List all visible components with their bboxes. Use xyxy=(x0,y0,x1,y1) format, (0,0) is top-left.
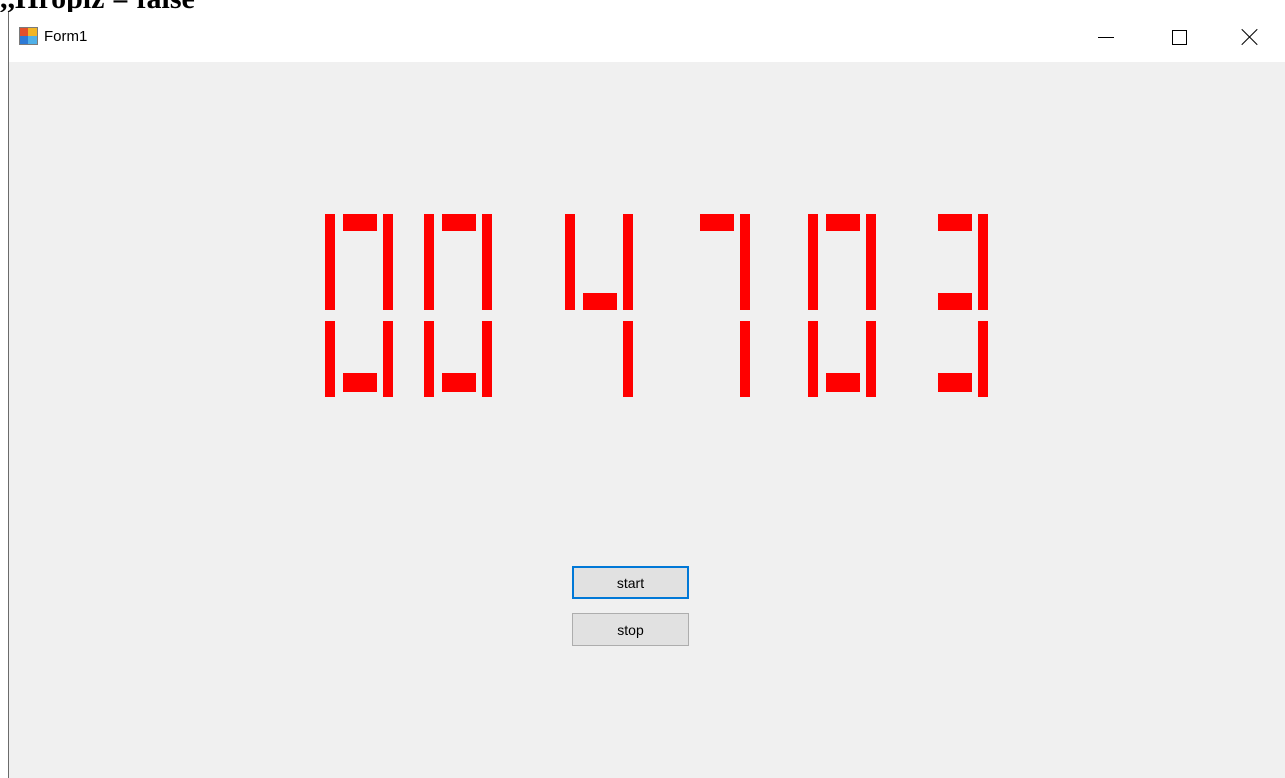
segment-a xyxy=(938,214,972,231)
segment-c xyxy=(866,321,876,397)
segment-b xyxy=(482,214,492,310)
segment-e xyxy=(424,321,434,397)
maximize-icon xyxy=(1171,29,1187,45)
segment-e xyxy=(325,321,335,397)
segment-d xyxy=(442,373,476,392)
background-document-text: ,,Hropiz = false xyxy=(0,0,195,12)
segment-f xyxy=(565,214,575,310)
segment-c xyxy=(623,321,633,397)
app-icon[interactable] xyxy=(19,27,39,47)
segment-f xyxy=(424,214,434,310)
segment-b xyxy=(866,214,876,310)
segment-f xyxy=(808,214,818,310)
display-digit-5 xyxy=(808,214,876,397)
segment-c xyxy=(978,321,988,397)
segment-b xyxy=(978,214,988,310)
stop-button[interactable]: stop xyxy=(572,613,689,646)
segment-a xyxy=(826,214,860,231)
segment-b xyxy=(383,214,393,310)
segment-c xyxy=(740,321,750,397)
segment-c xyxy=(482,321,492,397)
display-digit-4 xyxy=(682,214,750,397)
segment-e xyxy=(808,321,818,397)
window-title: Form1 xyxy=(44,28,88,45)
display-digit-2 xyxy=(424,214,492,397)
display-digit-1 xyxy=(325,214,393,397)
segment-a xyxy=(700,214,734,231)
start-button[interactable]: start xyxy=(572,566,689,599)
minimize-icon xyxy=(1098,36,1114,38)
maximize-button[interactable] xyxy=(1145,12,1213,62)
segment-g xyxy=(583,293,617,310)
segment-d xyxy=(938,373,972,392)
seven-segment-display xyxy=(9,12,1285,778)
segment-b xyxy=(740,214,750,310)
title-bar[interactable]: Form1 xyxy=(9,12,1285,62)
segment-d xyxy=(826,373,860,392)
display-digit-3 xyxy=(565,214,633,397)
close-icon xyxy=(1241,28,1259,46)
close-button[interactable] xyxy=(1216,12,1284,62)
minimize-button[interactable] xyxy=(1072,12,1140,62)
segment-f xyxy=(325,214,335,310)
segment-a xyxy=(442,214,476,231)
segment-c xyxy=(383,321,393,397)
segment-b xyxy=(623,214,633,310)
display-digit-6 xyxy=(920,214,988,397)
segment-g xyxy=(938,293,972,310)
form-window: Form1 start stop xyxy=(8,12,1285,778)
segment-d xyxy=(343,373,377,392)
segment-a xyxy=(343,214,377,231)
